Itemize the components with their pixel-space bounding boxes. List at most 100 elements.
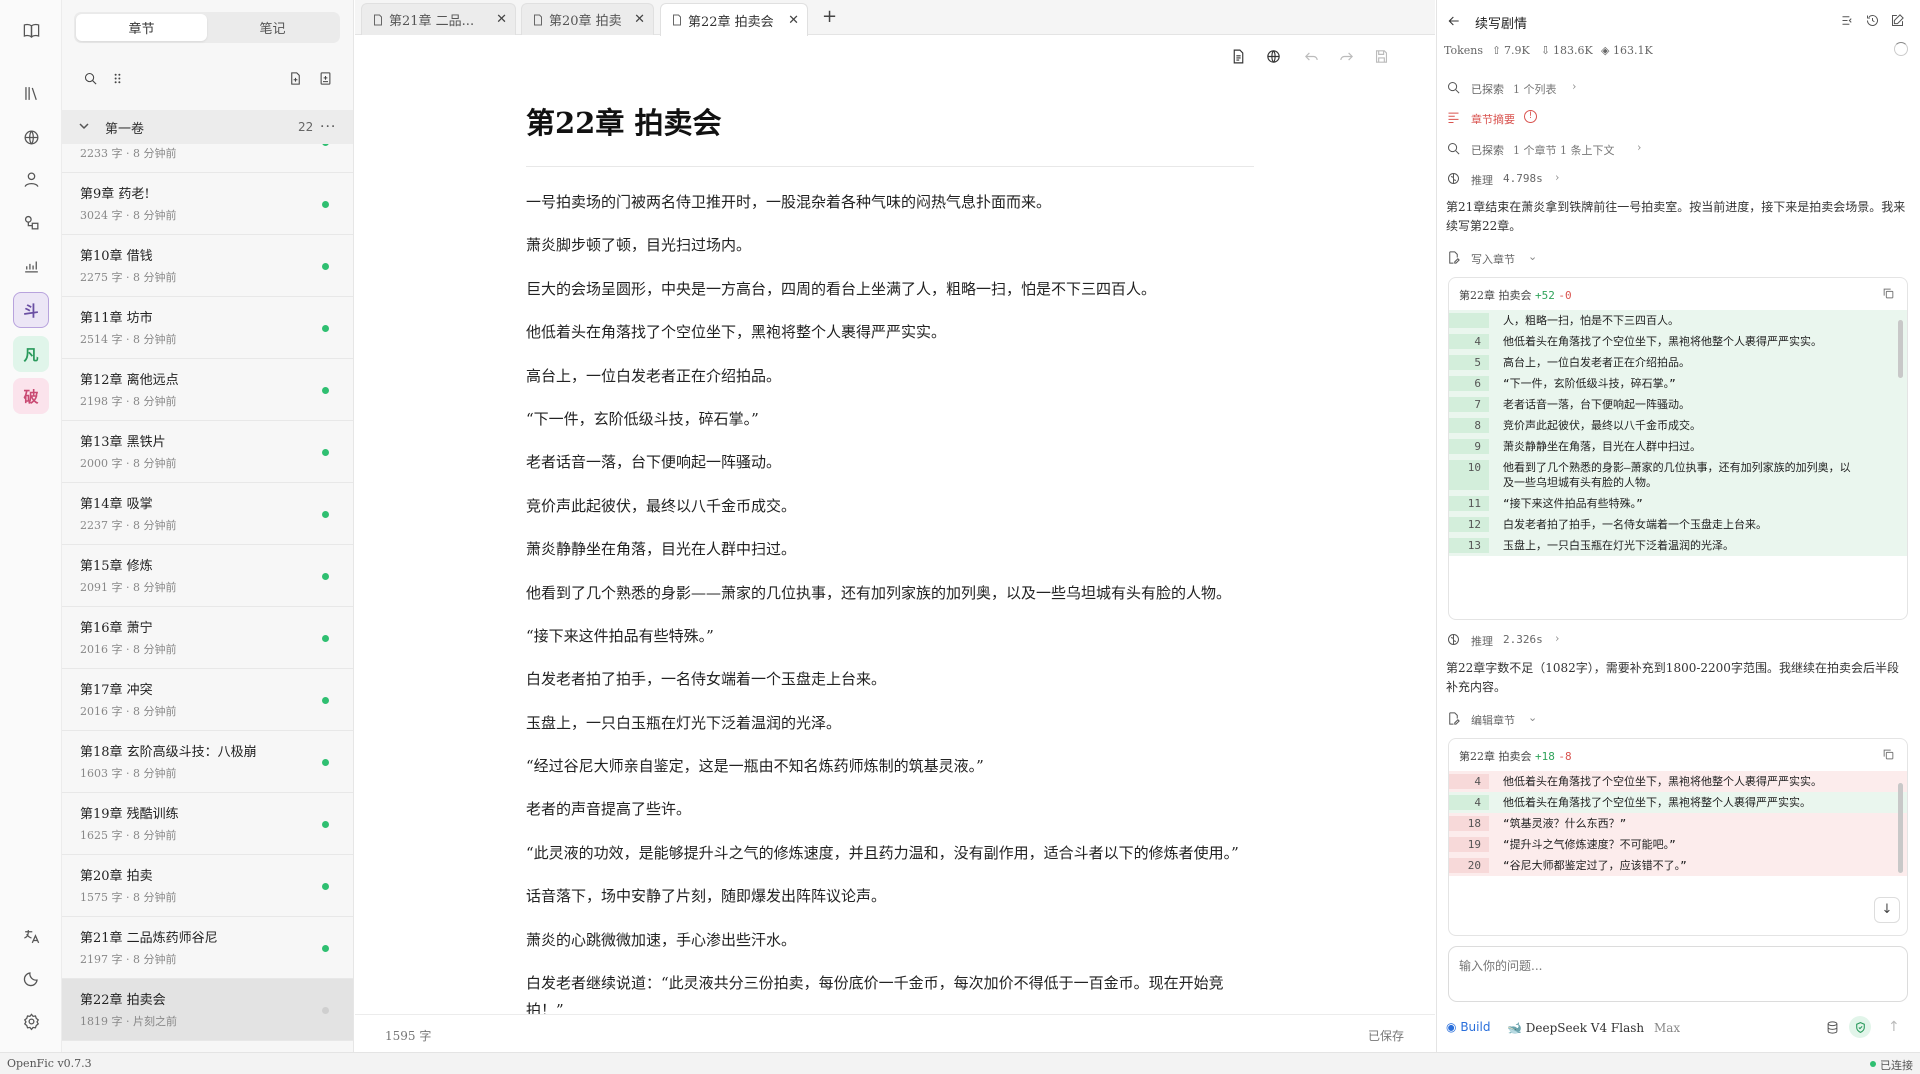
chapter-item[interactable]: 第17章 冲突 2016 字 · 8 分钟前 bbox=[62, 669, 353, 731]
tab-chapters[interactable]: 章节 bbox=[76, 14, 207, 41]
back-arrow-icon[interactable] bbox=[1446, 13, 1462, 33]
outline-icon[interactable] bbox=[1228, 46, 1248, 66]
chapter-item[interactable]: 第15章 修炼 2091 字 · 8 分钟前 bbox=[62, 545, 353, 607]
app-switch-dou[interactable]: 斗 bbox=[13, 292, 49, 328]
add-tab-icon[interactable]: + bbox=[822, 6, 837, 27]
tab-notes[interactable]: 笔记 bbox=[207, 14, 338, 41]
drag-handle-icon[interactable] bbox=[108, 69, 126, 87]
paragraph[interactable]: 巨大的会场呈圆形，中央是一方高台，四周的看台上坐满了人，粗略一扫，怕是不下三四百… bbox=[526, 276, 1261, 303]
chapter-item[interactable]: 第10章 借钱 2275 字 · 8 分钟前 bbox=[62, 235, 353, 297]
paragraph[interactable]: “此灵液的功效，是能够提升斗之气的修炼速度，并且药力温和，没有副作用，适合斗者以… bbox=[526, 840, 1261, 867]
tab-chapter-22[interactable]: 第22章 拍卖会 ✕ bbox=[660, 3, 808, 36]
new-volume-icon[interactable] bbox=[316, 69, 334, 87]
paragraph[interactable]: 话音落下，场中安静了片刻，随即爆发出阵阵议论声。 bbox=[526, 883, 1261, 910]
app-switch-po[interactable]: 破 bbox=[13, 378, 49, 414]
paragraph[interactable]: 白发老者继续说道：“此灵液共分三份拍卖，每份底价一千金币，每次加价不得低于一百金… bbox=[526, 970, 1261, 1014]
chapter-item[interactable]: 第18章 玄阶高级斗技：八极崩 1603 字 · 8 分钟前 bbox=[62, 731, 353, 793]
chapter-item[interactable]: 第9章 药老! 3024 字 · 8 分钟前 bbox=[62, 173, 353, 235]
diff-file-title: 第22章 拍卖会 bbox=[1459, 750, 1532, 763]
paragraph[interactable]: 竞价声此起彼伏，最终以八千金币成交。 bbox=[526, 493, 1261, 520]
new-chat-icon[interactable] bbox=[1890, 13, 1905, 32]
chapter-list: 第8章 神秘的老者2233 字 · 8 分钟前第9章 药老! 3024 字 · 8… bbox=[62, 144, 353, 1052]
library-icon[interactable] bbox=[13, 75, 49, 111]
status-dot-icon bbox=[322, 511, 329, 518]
paragraph[interactable]: 白发老者拍了拍手，一名侍女端着一个玉盘走上台来。 bbox=[526, 666, 1261, 693]
settings-icon[interactable] bbox=[13, 1003, 49, 1039]
chapter-item[interactable]: 第13章 黑铁片 2000 字 · 8 分钟前 bbox=[62, 421, 353, 483]
tab-chapter-20[interactable]: 第20章 拍卖 ✕ bbox=[521, 3, 654, 35]
user-icon[interactable] bbox=[13, 161, 49, 197]
scrollbar[interactable] bbox=[1898, 320, 1903, 378]
paragraph[interactable]: 萧炎的心跳微微加速，手心渗出些汗水。 bbox=[526, 927, 1261, 954]
chapter-meta: 2197 字 · 8 分钟前 bbox=[80, 953, 177, 966]
chapter-item[interactable]: 第8章 神秘的老者2233 字 · 8 分钟前 bbox=[62, 144, 353, 173]
close-icon[interactable]: ✕ bbox=[634, 12, 645, 27]
chapter-item[interactable]: 第20章 拍卖 1575 字 · 8 分钟前 bbox=[62, 855, 353, 917]
app-switch-fan[interactable]: 凡 bbox=[13, 336, 49, 372]
more-icon[interactable]: ··· bbox=[320, 119, 336, 135]
paragraph[interactable]: 高台上，一位白发老者正在介绍拍品。 bbox=[526, 363, 1261, 390]
question-input[interactable] bbox=[1459, 959, 1879, 973]
database-icon[interactable] bbox=[1825, 1020, 1840, 1039]
copy-icon[interactable] bbox=[1882, 287, 1895, 300]
scrollbar[interactable] bbox=[1898, 783, 1903, 873]
copy-icon[interactable] bbox=[1882, 748, 1895, 761]
paragraph[interactable]: 老者的声音提高了些许。 bbox=[526, 796, 1261, 823]
chart-icon[interactable] bbox=[13, 247, 49, 283]
line-text: 竞价声此起彼伏，最终以八千金币成交。 bbox=[1503, 419, 1701, 432]
scroll-down-icon[interactable]: ↓ bbox=[1874, 897, 1900, 923]
book-icon[interactable] bbox=[13, 12, 49, 48]
line-number: 11 bbox=[1449, 496, 1489, 511]
paragraph[interactable]: “接下来这件拍品有些特殊。” bbox=[526, 623, 1261, 650]
paragraph[interactable]: “经过谷尼大师亲自鉴定，这是一瓶由不知名炼药师炼制的筑基灵液。” bbox=[526, 753, 1261, 780]
document-icon bbox=[374, 14, 382, 25]
redo-icon[interactable] bbox=[1336, 46, 1356, 66]
close-icon[interactable]: ✕ bbox=[496, 12, 507, 27]
translate-icon[interactable] bbox=[13, 918, 49, 954]
paragraph[interactable]: 他看到了几个熟悉的身影——萧家的几位执事，还有加列家族的加列奥，以及一些乌坦城有… bbox=[526, 580, 1261, 607]
paragraph[interactable]: “下一件，玄阶低级斗技，碎石掌。” bbox=[526, 406, 1261, 433]
globe-icon[interactable] bbox=[1263, 46, 1283, 66]
chapter-item[interactable]: 第22章 拍卖会 1819 字 · 片刻之前 bbox=[62, 979, 353, 1041]
paragraph[interactable]: 他低着头在角落找了个空位坐下，黑袍将整个人裹得严严实实。 bbox=[526, 319, 1261, 346]
undo-icon[interactable] bbox=[1301, 46, 1321, 66]
chevron-right-icon[interactable]: › bbox=[1637, 141, 1641, 154]
paragraph[interactable]: 一号拍卖场的门被两名侍卫推开时，一股混杂着各种气味的闷热气息扑面而来。 bbox=[526, 189, 1261, 216]
paragraph[interactable]: 玉盘上，一只白玉瓶在灯光下泛着温润的光泽。 bbox=[526, 710, 1261, 737]
chapter-item[interactable]: 第16章 萧宁 2016 字 · 8 分钟前 bbox=[62, 607, 353, 669]
chapter-item[interactable]: 第19章 残酷训练 1625 字 · 8 分钟前 bbox=[62, 793, 353, 855]
chapter-body[interactable]: 一号拍卖场的门被两名侍卫推开时，一股混杂着各种气味的闷热气息扑面而来。 萧炎脚步顿… bbox=[526, 189, 1261, 1014]
moon-icon[interactable] bbox=[13, 960, 49, 996]
mode-selector[interactable]: ◉ Build bbox=[1446, 1020, 1490, 1034]
new-chapter-icon[interactable] bbox=[286, 69, 304, 87]
chevron-right-icon[interactable]: › bbox=[1555, 171, 1559, 184]
status-dot-icon bbox=[322, 387, 329, 394]
shield-check-icon[interactable] bbox=[1849, 1016, 1871, 1038]
search-icon[interactable] bbox=[81, 69, 99, 87]
line-text: 他低着头在角落找了个空位坐下，黑袍将他整个人裹得严严实实。 bbox=[1503, 335, 1822, 348]
send-icon[interactable]: ↑ bbox=[1888, 1019, 1900, 1035]
chapter-item[interactable]: 第14章 吸掌 2237 字 · 8 分钟前 bbox=[62, 483, 353, 545]
tab-chapter-21[interactable]: 第21章 二品... ✕ bbox=[361, 3, 516, 35]
paragraph[interactable]: 萧炎静静坐在角落，目光在人群中扫过。 bbox=[526, 536, 1261, 563]
volume-header[interactable]: 第一卷 22 ··· bbox=[62, 110, 353, 144]
chevron-right-icon[interactable]: › bbox=[1572, 80, 1576, 93]
model-selector[interactable]: 🐋 DeepSeek V4 Flash Max bbox=[1507, 1021, 1680, 1035]
chapter-item[interactable]: 第21章 二品炼药师谷尼 2197 字 · 8 分钟前 bbox=[62, 917, 353, 979]
chevron-right-icon[interactable]: › bbox=[1555, 632, 1559, 645]
chapter-item[interactable]: 第12章 离他远点 2198 字 · 8 分钟前 bbox=[62, 359, 353, 421]
diff-file-title: 第22章 拍卖会 bbox=[1459, 289, 1532, 302]
chapter-title[interactable]: 第22章 拍卖会 bbox=[526, 100, 721, 142]
list-collapse-icon[interactable] bbox=[1840, 13, 1855, 32]
paragraph[interactable]: 萧炎脚步顿了顿，目光扫过场内。 bbox=[526, 232, 1261, 259]
chevron-down-icon[interactable]: ⌄ bbox=[1528, 250, 1537, 263]
close-icon[interactable]: ✕ bbox=[788, 13, 799, 28]
history-icon[interactable] bbox=[1865, 13, 1880, 32]
chevron-down-icon[interactable]: ⌄ bbox=[1528, 711, 1537, 724]
paragraph[interactable]: 老者话音一落，台下便响起一阵骚动。 bbox=[526, 449, 1261, 476]
save-icon[interactable] bbox=[1371, 46, 1391, 66]
chapter-item[interactable]: 第11章 坊市 2514 字 · 8 分钟前 bbox=[62, 297, 353, 359]
diff-line-added: 9 萧炎静静坐在角落，目光在人群中扫过。 bbox=[1449, 436, 1907, 457]
globe-icon[interactable] bbox=[13, 119, 49, 155]
shapes-icon[interactable] bbox=[13, 204, 49, 240]
